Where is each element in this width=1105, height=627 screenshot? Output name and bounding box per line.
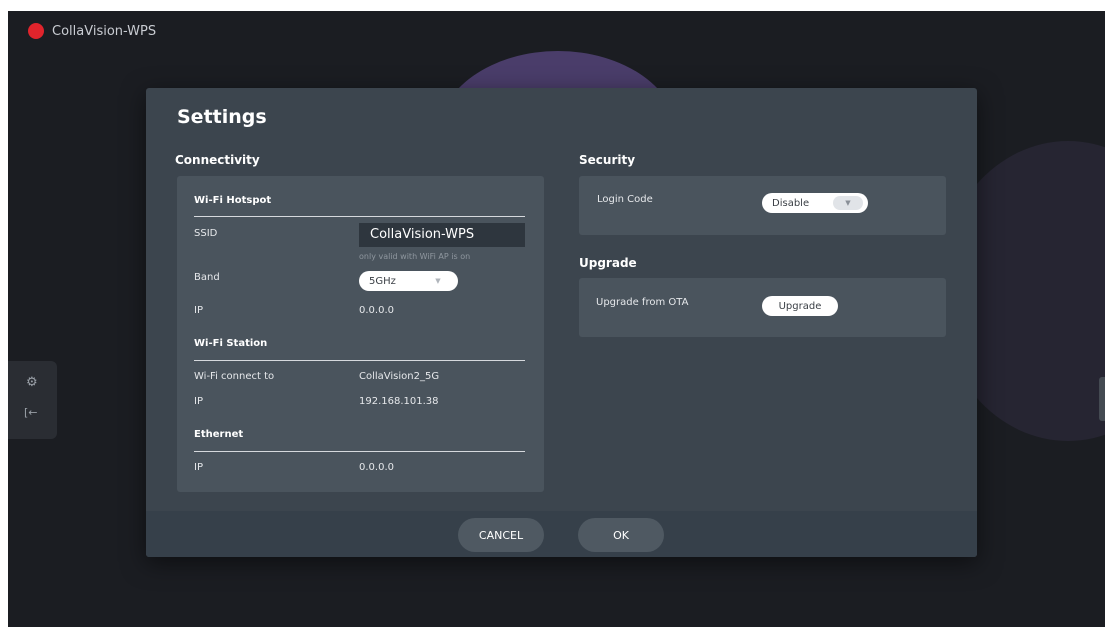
cancel-button[interactable]: CANCEL [458, 518, 544, 552]
dialog-footer: CANCEL OK [146, 511, 977, 557]
app-title: CollaVision-WPS [52, 23, 157, 39]
station-ip-value: 192.168.101.38 [359, 396, 439, 407]
wifi-connect-value: CollaVision2_5G [359, 371, 440, 382]
hotspot-ip-label: IP [194, 305, 203, 316]
logout-icon[interactable]: [← [24, 406, 38, 419]
app-screen: CollaVision-WPS ⚙ [← Settings Connectivi… [8, 11, 1105, 627]
ethernet-ip-label: IP [194, 462, 203, 473]
upgrade-button[interactable]: Upgrade [762, 296, 838, 316]
record-dot-icon [28, 23, 44, 39]
ota-label: Upgrade from OTA [596, 297, 689, 308]
wifi-connect-label: Wi-Fi connect to [194, 371, 275, 382]
station-ip-label: IP [194, 396, 203, 407]
wifi-hotspot-heading: Wi-Fi Hotspot [194, 195, 272, 206]
side-toolbar: ⚙ [← [8, 361, 57, 439]
wifi-station-heading: Wi-Fi Station [194, 338, 268, 349]
ssid-input[interactable]: CollaVision-WPS [359, 223, 525, 247]
upgrade-title: Upgrade [579, 256, 637, 270]
hotspot-ip-value: 0.0.0.0 [359, 305, 394, 316]
ethernet-ip-value: 0.0.0.0 [359, 462, 394, 473]
connectivity-title: Connectivity [175, 153, 260, 167]
ethernet-heading: Ethernet [194, 429, 244, 440]
chevron-down-icon: ▼ [435, 277, 441, 285]
connectivity-panel: Wi-Fi Hotspot SSID CollaVision-WPS only … [177, 176, 544, 492]
chevron-down-icon: ▼ [833, 196, 863, 210]
dialog-title: Settings [177, 106, 267, 128]
login-code-label: Login Code [597, 194, 653, 205]
login-code-select[interactable]: Disable ▼ [762, 193, 868, 213]
divider [194, 360, 525, 361]
ssid-label: SSID [194, 228, 218, 239]
band-select-value: 5GHz [369, 275, 396, 287]
upgrade-panel: Upgrade from OTA Upgrade [579, 278, 946, 337]
login-code-value: Disable [772, 197, 810, 209]
app-header: CollaVision-WPS [8, 11, 156, 51]
security-title: Security [579, 153, 636, 167]
security-panel: Login Code Disable ▼ [579, 176, 946, 235]
settings-dialog: Settings Connectivity Wi-Fi Hotspot SSID… [146, 88, 977, 557]
divider [194, 216, 525, 217]
settings-icon[interactable]: ⚙ [26, 375, 38, 390]
side-handle[interactable] [1099, 377, 1105, 421]
ssid-hint: only valid with WiFi AP is on [359, 252, 471, 261]
divider [194, 451, 525, 452]
band-select[interactable]: 5GHz ▼ [359, 271, 458, 291]
band-label: Band [194, 272, 220, 283]
ok-button[interactable]: OK [578, 518, 664, 552]
